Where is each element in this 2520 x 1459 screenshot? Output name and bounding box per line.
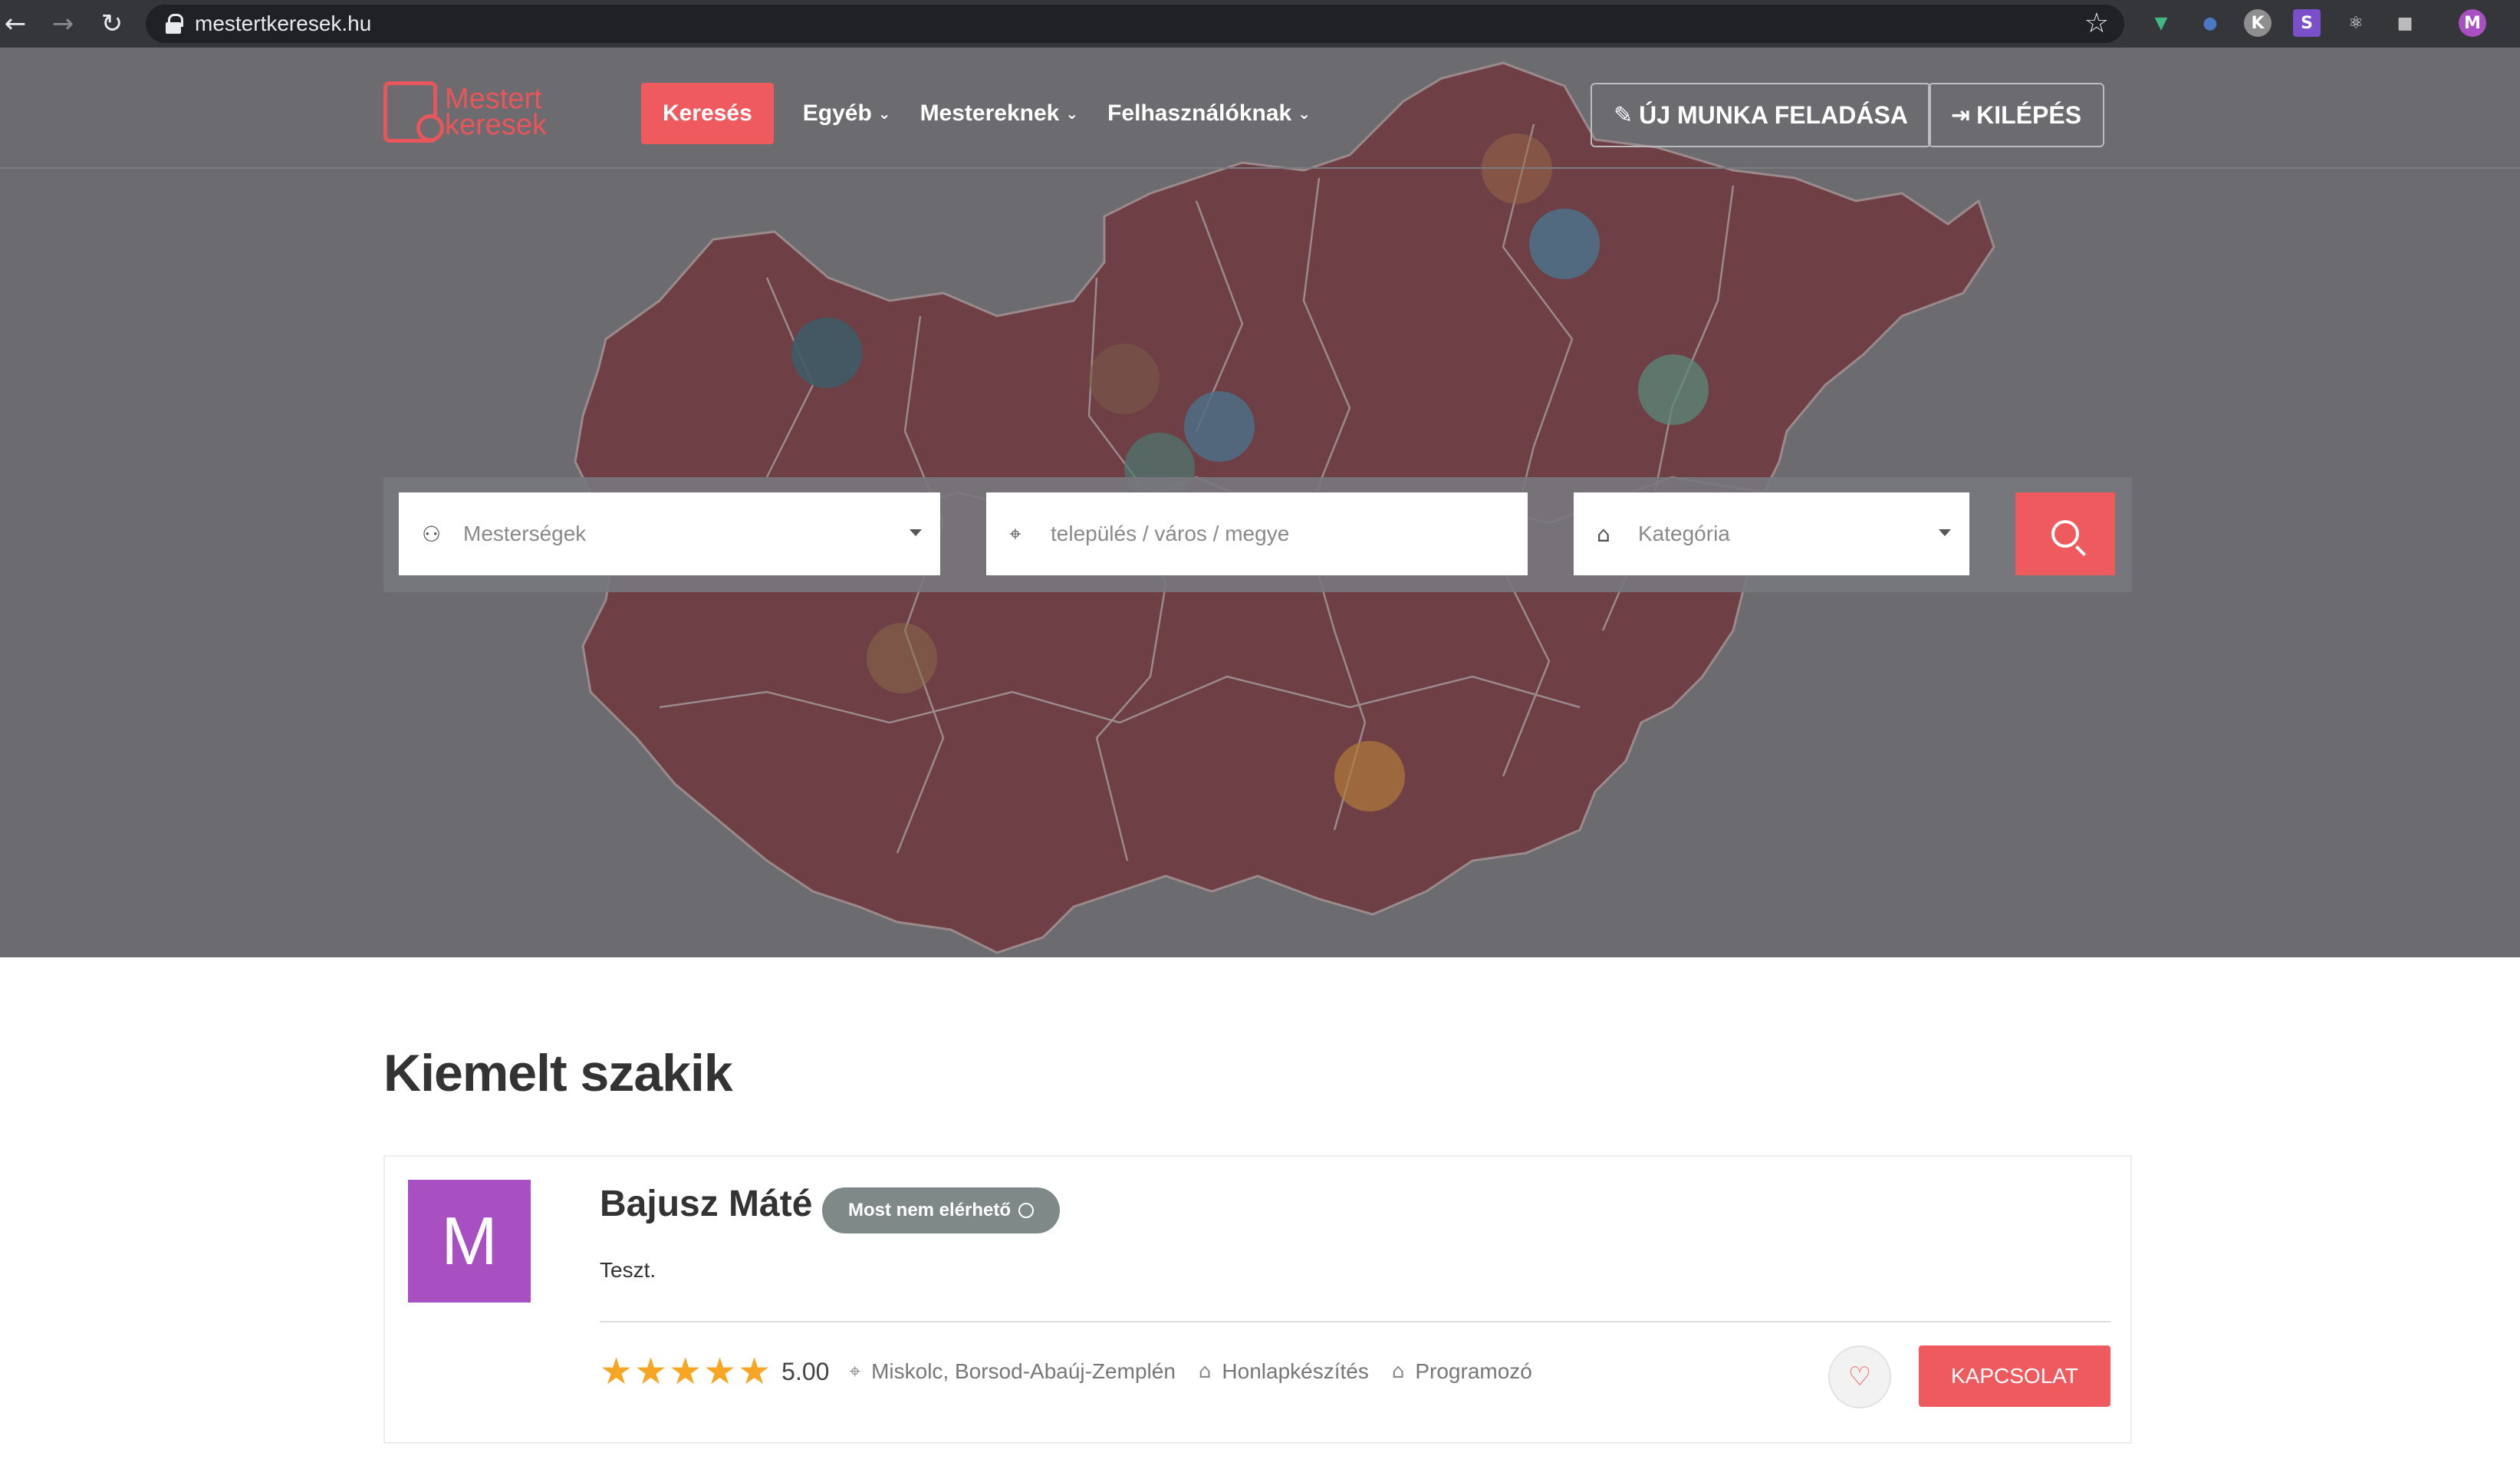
pro-name[interactable]: Bajusz Máté [600, 1183, 812, 1225]
location-text: Miskolc, Borsod-Abaúj-Zemplén [871, 1359, 1176, 1383]
star-rating: ★ ★ ★ ★ ★ [600, 1350, 772, 1393]
category-tag: ⌂ Honlapkészítés [1199, 1359, 1369, 1384]
location-tag: ⌖ Miskolc, Borsod-Abaúj-Zemplén [849, 1359, 1175, 1384]
contact-button[interactable]: KAPCSOLAT [1919, 1345, 2110, 1407]
caret-down-icon [1939, 529, 1951, 536]
vue-devtools-icon[interactable]: ▼ [2147, 9, 2175, 37]
nav-mestereknek-label: Mestereknek [920, 100, 1060, 126]
new-job-label: ÚJ MUNKA FELADÁSA [1639, 100, 1908, 129]
react-devtools-icon[interactable]: ⚛ [2342, 9, 2370, 37]
search-bar: ⚇ Mesterségek ⌖ település / város / megy… [383, 477, 2132, 592]
edit-icon: ✎ [1614, 101, 1633, 129]
profession-select[interactable]: ⚇ Mesterségek [399, 492, 940, 575]
status-badge: Most nem elérhető [822, 1187, 1061, 1233]
extension-k-icon[interactable]: K [2244, 9, 2272, 37]
extension-blue-icon[interactable]: ● [2196, 9, 2224, 37]
status-text: Most nem elérhető [848, 1200, 1012, 1220]
heart-icon: ♡ [1847, 1362, 1872, 1392]
section-title: Kiemelt szakik [383, 1044, 733, 1102]
location-input[interactable]: ⌖ település / város / megye [986, 492, 1528, 575]
star-icon: ★ [703, 1350, 737, 1393]
caret-down-icon [910, 529, 922, 536]
extension-s-icon[interactable]: S [2293, 9, 2321, 37]
briefcase-icon: ⌂ [1391, 1360, 1405, 1383]
map-pin-icon: ⌖ [849, 1359, 861, 1383]
tag-text: Programozó [1415, 1359, 1532, 1383]
pro-meta: ★ ★ ★ ★ ★ 5.00 ⌖ Miskolc, Borsod-Abaúj-Z… [600, 1341, 1532, 1402]
nav-felhasznaloknak-label: Felhasználóknak [1107, 100, 1292, 126]
site-header: Mestert keresek Keresés Egyéb ⌄ Mesterekn… [0, 48, 2520, 169]
star-icon: ★ [634, 1350, 668, 1393]
search-button[interactable] [2015, 492, 2115, 575]
tag-text: Honlapkészítés [1222, 1359, 1369, 1383]
category-select[interactable]: ⌂ Kategória [1574, 492, 1969, 575]
url-text: mestertkeresek.hu [195, 12, 372, 35]
reload-icon[interactable]: ↻ [97, 8, 127, 39]
briefcase-icon: ⌂ [1198, 1360, 1212, 1383]
rating-value: 5.00 [781, 1357, 830, 1385]
nav-search[interactable]: Keresés [641, 83, 774, 144]
bookmark-star-icon[interactable]: ☆ [2084, 8, 2109, 39]
search-icon [2051, 520, 2079, 548]
clock-icon [1018, 1203, 1035, 1218]
logo-line1: Mestert [445, 83, 542, 115]
lock-icon [166, 14, 183, 34]
location-placeholder: település / város / megye [1051, 522, 1290, 545]
nav-egyeb-label: Egyéb [802, 100, 872, 126]
browser-toolbar: ← → ↻ mestertkeresek.hu ☆ ▼ ● K S ⚛ ■ M [0, 0, 2520, 48]
chevron-down-icon: ⌄ [1298, 104, 1311, 123]
logo-icon [383, 81, 444, 143]
profile-avatar[interactable]: M [2459, 9, 2486, 37]
pro-card: M Bajusz Máté Most nem elérhető Teszt. ★… [383, 1155, 2132, 1444]
main-nav: Keresés Egyéb ⌄ Mestereknek ⌄ Felhasználók… [641, 83, 1311, 144]
back-icon[interactable]: ← [0, 8, 31, 39]
star-icon: ★ [738, 1350, 771, 1393]
pro-description: Teszt. [600, 1258, 656, 1282]
favorite-button[interactable]: ♡ [1828, 1345, 1891, 1408]
star-icon: ★ [600, 1350, 633, 1393]
forward-icon[interactable]: → [48, 8, 78, 39]
chevron-down-icon: ⌄ [877, 104, 891, 123]
category-tag: ⌂ Programozó [1392, 1359, 1532, 1384]
star-icon: ★ [669, 1350, 702, 1393]
briefcase-icon: ⌂ [1597, 521, 1610, 547]
logout-button[interactable]: ⇥ KILÉPÉS [1928, 83, 2105, 147]
chevron-down-icon: ⌄ [1065, 104, 1079, 123]
profession-placeholder: Mesterségek [463, 522, 587, 545]
user-icon: ⚇ [422, 521, 442, 547]
logo-line2: keresek [445, 109, 548, 141]
logout-label: KILÉPÉS [1976, 100, 2082, 129]
category-placeholder: Kategória [1638, 522, 1730, 545]
logout-icon: ⇥ [1951, 101, 1971, 129]
avatar[interactable]: M [408, 1180, 531, 1303]
site-logo[interactable]: Mestert keresek [383, 80, 547, 144]
address-bar[interactable]: mestertkeresek.hu ☆ [146, 5, 2124, 43]
map-pin-icon: ⌖ [1009, 521, 1021, 546]
nav-egyeb[interactable]: Egyéb ⌄ [803, 100, 891, 127]
divider [600, 1321, 2110, 1322]
nav-felhasznaloknak[interactable]: Felhasználóknak ⌄ [1107, 100, 1311, 127]
extension-cube-icon[interactable]: ■ [2391, 9, 2419, 37]
nav-mestereknek[interactable]: Mestereknek ⌄ [920, 100, 1079, 127]
new-job-button[interactable]: ✎ ÚJ MUNKA FELADÁSA [1591, 83, 1931, 147]
